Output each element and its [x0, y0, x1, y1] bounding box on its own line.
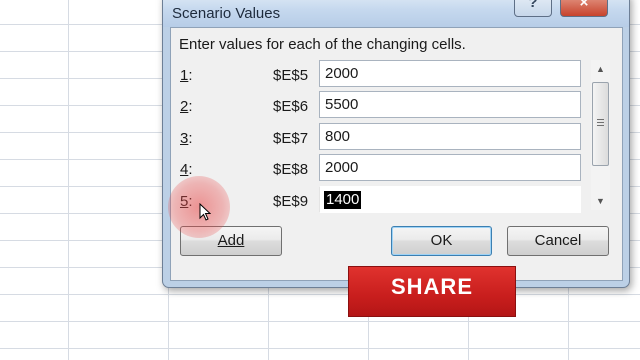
vertical-scrollbar[interactable]: ▲ ▼	[591, 60, 610, 210]
close-icon: ×	[579, 0, 589, 11]
row-number-label: 3:	[180, 130, 193, 147]
scroll-down-icon[interactable]: ▼	[591, 192, 610, 210]
value-input-1[interactable]	[319, 60, 581, 87]
changing-cell-row: 3: $E$7	[171, 123, 581, 154]
scroll-thumb[interactable]	[592, 82, 609, 166]
cell-reference: $E$9	[273, 193, 309, 210]
instruction-text: Enter values for each of the changing ce…	[179, 36, 466, 53]
value-input-3[interactable]	[319, 123, 581, 150]
close-button[interactable]: ×	[560, 0, 608, 17]
row-number-label: 2:	[180, 98, 193, 115]
row-number-label: 4:	[180, 161, 193, 178]
cell-reference: $E$8	[273, 161, 309, 178]
value-input-4[interactable]	[319, 154, 581, 181]
help-button[interactable]: ?	[514, 0, 552, 17]
selected-value-text: 1400	[324, 191, 362, 209]
scenario-values-dialog: Scenario Values ? × Enter values for eac…	[162, 0, 630, 288]
mouse-pointer-icon	[199, 203, 211, 221]
share-button[interactable]: SHARE	[348, 266, 516, 317]
changing-cell-row: 4: $E$8	[171, 154, 581, 185]
scroll-up-icon[interactable]: ▲	[591, 60, 610, 78]
dialog-titlebar[interactable]: Scenario Values ? ×	[163, 0, 629, 27]
value-input-2[interactable]	[319, 91, 581, 118]
cell-reference: $E$7	[273, 130, 309, 147]
value-input-5[interactable]: 1400	[319, 186, 581, 213]
changing-cell-row: 1: $E$5	[171, 60, 581, 91]
cell-reference: $E$5	[273, 67, 309, 84]
dialog-body: Enter values for each of the changing ce…	[170, 27, 623, 281]
changing-cell-row: 5: $E$9 1400	[171, 186, 581, 217]
dialog-title: Scenario Values	[172, 5, 281, 22]
ok-button[interactable]: OK	[391, 226, 492, 256]
row-number-label: 1:	[180, 67, 193, 84]
cell-reference: $E$6	[273, 98, 309, 115]
changing-cell-row: 2: $E$6	[171, 91, 581, 122]
help-icon: ?	[528, 0, 538, 11]
cancel-button[interactable]: Cancel	[507, 226, 609, 256]
